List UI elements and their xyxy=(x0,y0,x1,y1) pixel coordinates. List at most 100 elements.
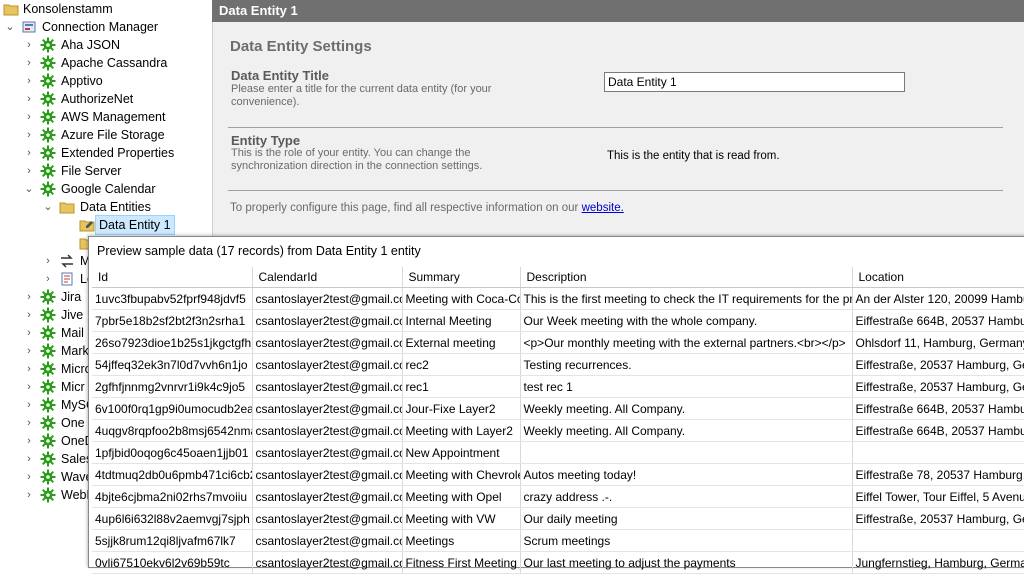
gear-icon xyxy=(40,487,56,503)
table-row[interactable]: 1uvc3fbupabv52fprf948jdvf5 csantoslayer2t… xyxy=(92,287,1024,310)
table-row[interactable]: 26so7923dioe1b25s1jkgctgfh csantoslayer2t… xyxy=(92,331,1024,354)
data-entity-title-label: Data Entity Title xyxy=(231,68,330,83)
table-cell: csantoslayer2test@gmail.com xyxy=(252,551,403,574)
chevron-right-icon[interactable]: › xyxy=(23,360,35,378)
tree-item-label: File Server xyxy=(61,164,122,178)
gear-icon xyxy=(40,145,56,161)
chevron-right-icon[interactable]: › xyxy=(23,306,35,324)
chevron-right-icon[interactable]: › xyxy=(23,144,35,162)
gear-icon xyxy=(40,109,56,125)
tree-item-label: Micro xyxy=(61,362,92,376)
table-row[interactable]: 1pfjbid0oqog6c45oaen1jjb01 csantoslayer2t… xyxy=(92,441,1024,464)
gear-icon xyxy=(40,415,56,431)
chevron-right-icon[interactable]: › xyxy=(23,288,35,306)
tree-item-label: Mark xyxy=(61,344,89,358)
tree-item-label: Apache Cassandra xyxy=(61,56,168,70)
table-cell: rec2 xyxy=(402,353,521,376)
table-cell: rec1 xyxy=(402,375,521,398)
column-header-description[interactable]: Description xyxy=(520,267,853,288)
column-header-location[interactable]: Location xyxy=(852,267,1024,288)
chevron-right-icon[interactable]: › xyxy=(23,468,35,486)
chevron-right-icon[interactable]: › xyxy=(23,36,35,54)
tree-item-label: Google Calendar xyxy=(61,182,156,196)
table-cell: Eiffestraße, 20537 Hamburg, Germany xyxy=(852,507,1024,530)
table-row[interactable]: 0vli67510ekv6l2v69b59tc csantoslayer2test… xyxy=(92,551,1024,574)
chevron-right-icon[interactable]: › xyxy=(23,396,35,414)
table-cell: Meeting with Layer2 xyxy=(402,419,521,442)
entity-type-desc-line1: This is the role of your entity. You can… xyxy=(231,147,471,159)
chevron-right-icon[interactable]: › xyxy=(42,270,54,288)
chevron-right-icon[interactable]: › xyxy=(23,486,35,504)
data-entity-title-desc-line1: Please enter a title for the current dat… xyxy=(231,83,492,95)
table-cell: 0vli67510ekv6l2v69b59tc xyxy=(92,551,253,574)
table-row[interactable]: 4bjte6cjbma2ni02rhs7mvoiiu csantoslayer2t… xyxy=(92,485,1024,508)
column-header-calendarid[interactable]: CalendarId xyxy=(252,267,403,288)
table-cell: csantoslayer2test@gmail.com xyxy=(252,397,403,420)
gear-icon xyxy=(40,289,56,305)
tree-item-label: Data Entities xyxy=(80,200,151,214)
table-cell: Weekly meeting. All Company. xyxy=(520,397,853,420)
table-cell: csantoslayer2test@gmail.com xyxy=(252,463,403,486)
table-row[interactable]: 4up6l6i632l88v2aemvgj7sjph csantoslayer2t… xyxy=(92,507,1024,530)
table-cell: Eiffestraße 78, 20537 Hamburg, Germany xyxy=(852,463,1024,486)
chevron-right-icon[interactable]: › xyxy=(23,378,35,396)
divider xyxy=(228,190,1003,191)
gear-icon xyxy=(40,181,56,197)
column-header-id[interactable]: Id xyxy=(92,267,253,288)
gear-icon xyxy=(40,379,56,395)
chevron-down-icon[interactable]: ⌄ xyxy=(23,180,35,198)
table-cell: Meetings xyxy=(402,529,521,552)
table-cell: Jour-Fixe Layer2 xyxy=(402,397,521,420)
gear-icon xyxy=(40,307,56,323)
gear-icon xyxy=(40,361,56,377)
table-row[interactable]: 54jffeq32ek3n7l0d7vvh6n1jo csantoslayer2t… xyxy=(92,353,1024,376)
table-row[interactable]: 5sjjk8rum12qi8ljvafm67lk7 csantoslayer2te… xyxy=(92,529,1024,552)
gear-icon xyxy=(40,343,56,359)
chevron-right-icon[interactable]: › xyxy=(23,414,35,432)
chevron-right-icon[interactable]: › xyxy=(23,162,35,180)
table-cell: Meeting with Chevrolet xyxy=(402,463,521,486)
chevron-right-icon[interactable]: › xyxy=(23,324,35,342)
table-row[interactable]: 2gfhfjnnmg2vnrvr1i9k4c9jo5 csantoslayer2t… xyxy=(92,375,1024,398)
chevron-right-icon[interactable]: › xyxy=(23,108,35,126)
chevron-right-icon[interactable]: › xyxy=(23,90,35,108)
chevron-down-icon[interactable]: ⌄ xyxy=(42,198,54,216)
chevron-right-icon[interactable]: › xyxy=(23,450,35,468)
tree-item-label: Extended Properties xyxy=(61,146,175,160)
data-entity-title-input[interactable]: Data Entity 1 xyxy=(604,72,905,92)
website-link[interactable]: website. xyxy=(582,202,624,214)
table-cell: Meeting with VW xyxy=(402,507,521,530)
tree-item-label: Connection Manager xyxy=(42,20,159,34)
log-icon xyxy=(61,272,73,286)
table-cell: csantoslayer2test@gmail.com xyxy=(252,287,403,310)
table-cell: New Appointment xyxy=(402,441,521,464)
table-cell xyxy=(852,529,1024,552)
table-cell: External meeting xyxy=(402,331,521,354)
tree-item-label: Konsolenstamm xyxy=(23,2,113,16)
entity-type-info: This is the entity that is read from. xyxy=(607,150,780,162)
chevron-right-icon[interactable]: › xyxy=(23,54,35,72)
table-cell: 4up6l6i632l88v2aemvgj7sjph xyxy=(92,507,253,530)
chevron-down-icon[interactable]: ⌄ xyxy=(4,18,16,36)
help-text: To properly configure this page, find al… xyxy=(230,202,624,214)
folder-icon xyxy=(59,202,75,214)
divider xyxy=(228,127,1003,128)
table-row[interactable]: 4tdtmuq2db0u6pmb471ci6cb2m csantoslayer2t… xyxy=(92,463,1024,486)
table-row[interactable]: 6v100f0rq1gp9i0umocudb2eac csantoslayer2t… xyxy=(92,397,1024,420)
table-cell: Eiffestraße, 20537 Hamburg, Germany xyxy=(852,353,1024,376)
chevron-right-icon[interactable]: › xyxy=(23,72,35,90)
table-cell: Internal Meeting xyxy=(402,309,521,332)
table-cell: 26so7923dioe1b25s1jkgctgfh xyxy=(92,331,253,354)
chevron-right-icon[interactable]: › xyxy=(23,432,35,450)
table-cell: csantoslayer2test@gmail.com xyxy=(252,309,403,332)
preview-popup: Preview sample data (17 records) from Da… xyxy=(88,236,1024,574)
chevron-right-icon[interactable]: › xyxy=(42,252,54,270)
column-header-summary[interactable]: Summary xyxy=(402,267,521,288)
tree-item-label: Apptivo xyxy=(61,74,103,88)
chevron-right-icon[interactable]: › xyxy=(23,342,35,360)
table-row[interactable]: 7pbr5e18b2sf2bt2f3n2srha1 csantoslayer2te… xyxy=(92,309,1024,332)
table-row[interactable]: 4uqgv8rqpfoo2b8msj6542nmav csantoslayer2t… xyxy=(92,419,1024,442)
table-cell: An der Alster 120, 20099 Hamburg, German… xyxy=(852,287,1024,310)
table-cell: 54jffeq32ek3n7l0d7vvh6n1jo xyxy=(92,353,253,376)
chevron-right-icon[interactable]: › xyxy=(23,126,35,144)
